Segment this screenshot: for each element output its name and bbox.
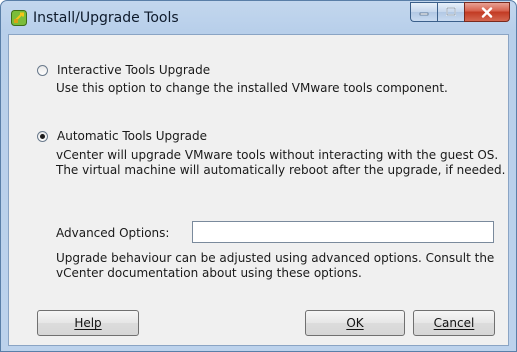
vmware-tools-icon xyxy=(11,10,27,26)
maximize-icon xyxy=(446,7,456,16)
help-button[interactable]: Help xyxy=(37,310,139,336)
automatic-upgrade-option[interactable]: Automatic Tools Upgrade xyxy=(37,129,207,143)
advanced-options-help-line2: vCenter documentation about using these … xyxy=(56,266,362,280)
interactive-upgrade-option[interactable]: Interactive Tools Upgrade xyxy=(37,63,210,77)
advanced-options-help-line1: Upgrade behaviour can be adjusted using … xyxy=(56,251,495,265)
advanced-options-label: Advanced Options: xyxy=(56,226,170,240)
minimize-icon xyxy=(419,12,429,16)
interactive-upgrade-radio[interactable] xyxy=(37,64,48,76)
advanced-options-input[interactable] xyxy=(192,221,494,243)
dialog-client-area: Interactive Tools Upgrade Use this optio… xyxy=(8,34,509,346)
interactive-upgrade-description: Use this option to change the installed … xyxy=(56,81,448,95)
cancel-button[interactable]: Cancel xyxy=(413,310,495,336)
close-icon xyxy=(481,6,493,18)
maximize-button[interactable] xyxy=(437,2,464,22)
automatic-upgrade-label: Automatic Tools Upgrade xyxy=(57,129,208,143)
caption-buttons xyxy=(410,2,510,22)
close-button[interactable] xyxy=(464,2,510,22)
automatic-upgrade-radio[interactable] xyxy=(37,130,48,142)
interactive-upgrade-label: Interactive Tools Upgrade xyxy=(57,63,211,77)
dialog-window: Install/Upgrade Tools Interactive Tools … xyxy=(0,0,517,352)
minimize-button[interactable] xyxy=(410,2,437,22)
window-title: Install/Upgrade Tools xyxy=(33,10,179,26)
automatic-upgrade-description-line2: The virtual machine will automatically r… xyxy=(56,163,506,177)
title-bar[interactable]: Install/Upgrade Tools xyxy=(1,1,516,35)
ok-button[interactable]: OK xyxy=(305,310,405,336)
automatic-upgrade-description-line1: vCenter will upgrade VMware tools withou… xyxy=(56,148,499,162)
